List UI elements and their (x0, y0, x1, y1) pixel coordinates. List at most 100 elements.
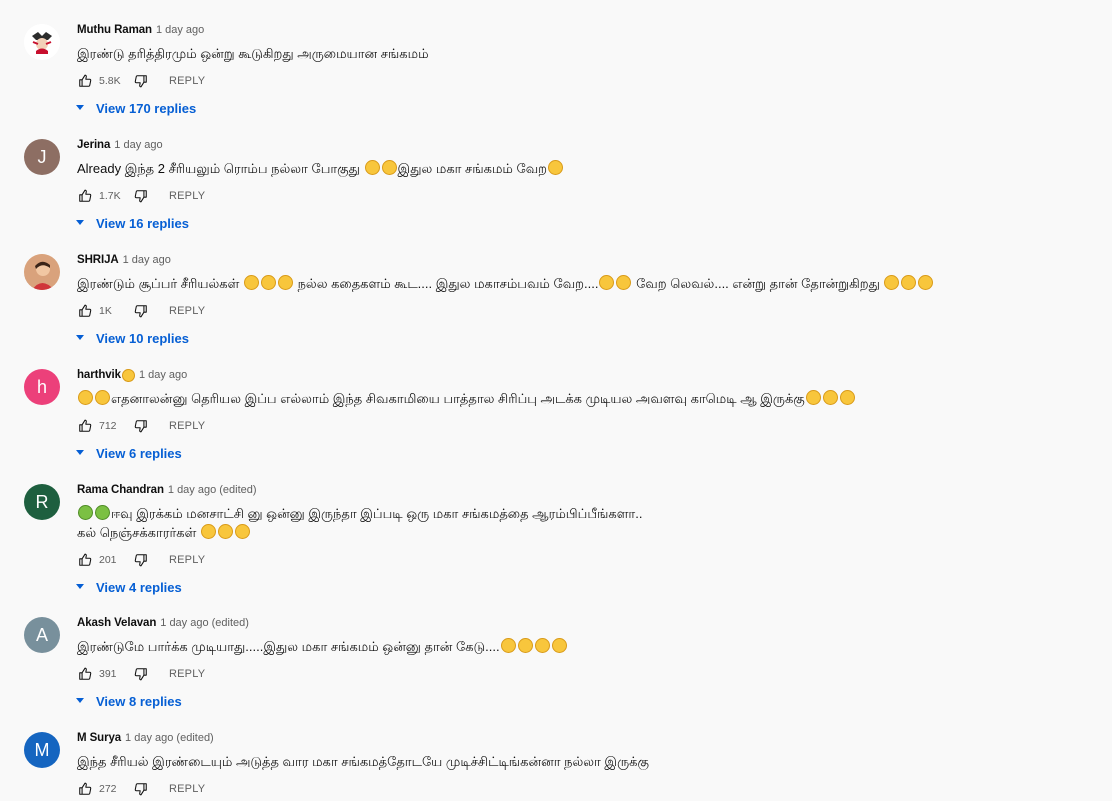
avatar[interactable] (24, 24, 60, 60)
author-name[interactable]: Jerina (77, 138, 110, 152)
like-count: 5.8K (99, 75, 121, 87)
smile-emoji-icon (364, 160, 380, 175)
dislike-button[interactable] (133, 303, 149, 319)
chevron-down-icon (76, 697, 84, 705)
reply-button[interactable]: REPLY (169, 75, 205, 87)
reply-button[interactable]: REPLY (169, 668, 205, 680)
like-button[interactable] (77, 73, 93, 89)
author-name[interactable]: SHRIJA (77, 253, 119, 267)
like-button[interactable] (77, 303, 93, 319)
dislike-button[interactable] (133, 188, 149, 204)
view-replies-label: View 10 replies (96, 330, 189, 346)
comment-text: ஈவு இரக்கம் மனசாட்சி னு ஒன்னு இருந்தா இப… (77, 504, 1077, 542)
thumbs-up-icon (79, 419, 92, 432)
laughing-emoji-icon (805, 390, 821, 405)
laughing-emoji-icon (551, 638, 567, 653)
smile-emoji-icon (381, 160, 397, 175)
rofl-emoji-icon (918, 275, 934, 290)
comment-body: Muthu Raman 1 day ago இரண்டு தரித்திரமும… (76, 23, 1077, 117)
comment-time[interactable]: 1 day ago (edited) (125, 731, 214, 745)
text-segment: எதனாலன்னு தெரியல இப்ப எல்லாம் இந்த சிவகா… (111, 391, 805, 406)
thumbs-down-icon (134, 554, 147, 567)
comment-time[interactable]: 1 day ago (123, 253, 171, 267)
view-replies-button[interactable]: View 10 replies (76, 329, 1077, 347)
comment-text-line: இரண்டு தரித்திரமும் ஒன்று கூடுகிறது அரும… (77, 46, 429, 61)
author-name[interactable]: Muthu Raman (77, 23, 152, 37)
view-replies-button[interactable]: View 4 replies (76, 578, 1077, 596)
comment-body: harthvik 1 day ago எதனாலன்னு தெரியல இப்ப… (76, 368, 1077, 462)
author-name[interactable]: Rama Chandran (77, 483, 164, 497)
view-replies-button[interactable]: View 6 replies (76, 444, 1077, 462)
chevron-down-icon (76, 104, 84, 112)
wink-emoji-icon (121, 368, 135, 382)
comments-section: Muthu Raman 1 day ago இரண்டு தரித்திரமும… (0, 0, 1112, 801)
avatar-letter: M (34, 739, 50, 760)
thumbs-up-icon (79, 74, 92, 87)
like-button[interactable] (77, 552, 93, 568)
view-replies-button[interactable]: View 16 replies (76, 214, 1077, 232)
rofl-emoji-icon (277, 275, 293, 290)
comment-text-line: இரண்டும் சூப்பர் சீரியல்கள் நல்ல கதைகளம்… (77, 274, 1077, 293)
author-name[interactable]: harthvik (77, 368, 121, 382)
author-name[interactable]: Akash Velavan (77, 616, 156, 630)
reply-button[interactable]: REPLY (169, 305, 205, 317)
view-replies-button[interactable]: View 8 replies (76, 692, 1077, 710)
comment-time[interactable]: 1 day ago (edited) (168, 483, 257, 497)
text-segment: Already இந்த 2 சீரியலும் ரொம்ப நல்லா போக… (77, 161, 360, 176)
text-segment: வேற லெவல்.... என்று தான் தோன்றுகிறது (636, 276, 880, 291)
rofl-emoji-icon (884, 275, 900, 290)
like-count: 272 (99, 783, 117, 795)
avatar[interactable]: R (24, 484, 60, 520)
avatar[interactable]: J (24, 139, 60, 175)
comment-header: Muthu Raman 1 day ago (77, 23, 1077, 37)
like-button[interactable] (77, 666, 93, 682)
smile-emoji-icon (548, 160, 564, 175)
avatar-letter: J (37, 146, 47, 167)
like-button[interactable] (77, 418, 93, 434)
text-segment: ஈவு இரக்கம் மனசாட்சி னு ஒன்னு இருந்தா இப… (111, 506, 643, 521)
reply-button[interactable]: REPLY (169, 190, 205, 202)
avatar[interactable]: A (24, 617, 60, 653)
thumbs-up-icon (79, 553, 92, 566)
comment-time[interactable]: 1 day ago (139, 368, 187, 382)
laughing-emoji-icon (500, 638, 516, 653)
comment-text-line: எதனாலன்னு தெரியல இப்ப எல்லாம் இந்த சிவகா… (77, 389, 1077, 408)
avatar[interactable]: h (24, 369, 60, 405)
comment-actions: 1K REPLY (77, 302, 1077, 320)
thumbs-down-icon (134, 305, 147, 318)
thumbs-down-icon (134, 75, 147, 88)
dislike-button[interactable] (133, 418, 149, 434)
laughing-emoji-icon (234, 524, 250, 539)
reply-button[interactable]: REPLY (169, 420, 205, 432)
like-button[interactable] (77, 188, 93, 204)
avatar[interactable]: M (24, 732, 60, 768)
comment-body: SHRIJA 1 day ago இரண்டும் சூப்பர் சீரியல… (76, 253, 1077, 347)
author-name[interactable]: M Surya (77, 731, 121, 745)
rofl-emoji-icon (822, 390, 838, 405)
dislike-button[interactable] (133, 666, 149, 682)
dislike-button[interactable] (133, 552, 149, 568)
like-count: 712 (99, 420, 117, 432)
comment-text-line: இந்த சீரியல் இரண்டையும் அடுத்த வார மகா ச… (77, 754, 649, 769)
comment-actions: 712 REPLY (77, 417, 1077, 435)
smile-emoji-icon (839, 390, 855, 405)
avatar-image (24, 24, 60, 60)
comment-actions: 201 REPLY (77, 551, 1077, 569)
chevron-down-icon (76, 583, 84, 591)
comment-time[interactable]: 1 day ago (114, 138, 162, 152)
view-replies-button[interactable]: View 170 replies (76, 99, 1077, 117)
reply-button[interactable]: REPLY (169, 783, 205, 795)
comment-actions: 5.8K REPLY (77, 72, 1077, 90)
view-replies-label: View 8 replies (96, 693, 182, 709)
comment-body: Jerina 1 day ago Already இந்த 2 சீரியலும… (76, 138, 1077, 232)
dislike-button[interactable] (133, 73, 149, 89)
laughing-emoji-icon (217, 524, 233, 539)
comment-time[interactable]: 1 day ago (156, 23, 204, 37)
text-segment: இரண்டும் சூப்பர் சீரியல்கள் (77, 276, 240, 291)
like-button[interactable] (77, 781, 93, 797)
avatar[interactable] (24, 254, 60, 290)
dislike-button[interactable] (133, 781, 149, 797)
comment-time[interactable]: 1 day ago (edited) (160, 616, 249, 630)
reply-button[interactable]: REPLY (169, 554, 205, 566)
comment-body: Akash Velavan 1 day ago (edited) இரண்டும… (76, 616, 1077, 710)
